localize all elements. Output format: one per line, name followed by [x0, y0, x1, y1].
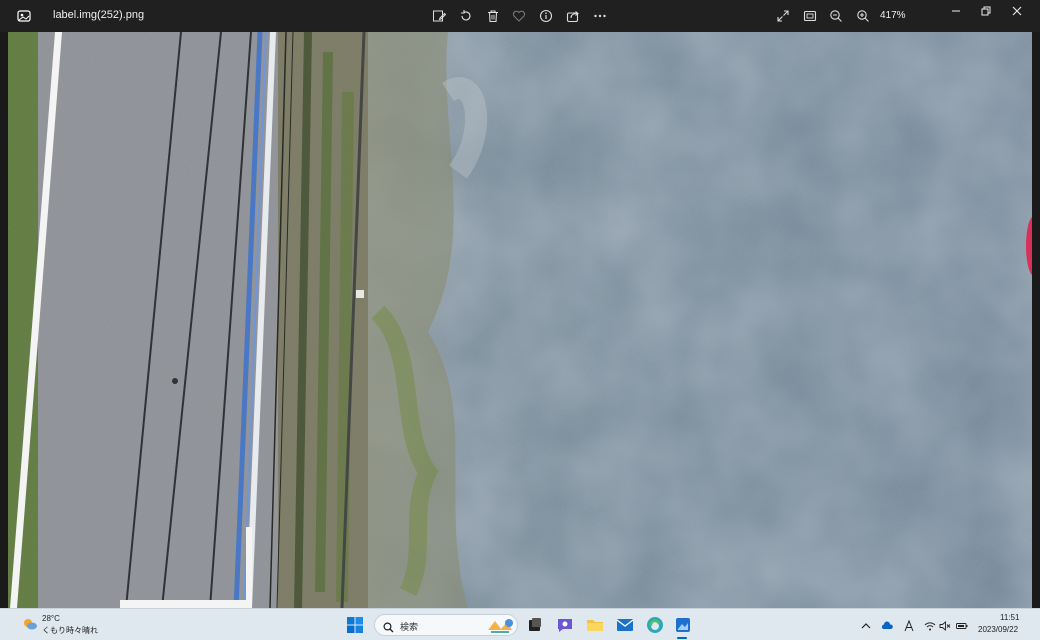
taskbar: 28°C くもり時々晴れ 検索 11:51 2023/09/22 — [0, 608, 1040, 640]
minimize-button[interactable] — [941, 0, 971, 22]
clock-time[interactable]: 11:51 — [1000, 613, 1019, 622]
search-placeholder: 検索 — [400, 622, 419, 632]
viewer-margin-right — [1032, 32, 1040, 608]
weather-description[interactable]: くもり時々晴れ — [42, 625, 98, 636]
info-icon[interactable] — [536, 6, 556, 26]
active-app-indicator — [677, 637, 687, 639]
clock-date[interactable]: 2023/09/22 — [978, 625, 1018, 634]
share-icon[interactable] — [563, 6, 583, 26]
file-name: label.img(252).png — [53, 9, 145, 21]
search-highlight-icon — [485, 617, 515, 634]
start-button[interactable] — [346, 616, 364, 634]
speaker-muted-icon[interactable] — [939, 619, 951, 631]
edge-icon[interactable] — [645, 615, 665, 635]
fullscreen-icon[interactable] — [773, 6, 793, 26]
chevron-up-icon[interactable] — [860, 619, 872, 631]
rotate-icon[interactable] — [456, 6, 476, 26]
battery-icon[interactable] — [956, 619, 968, 631]
restore-button[interactable] — [971, 0, 1001, 22]
mail-icon[interactable] — [615, 615, 635, 635]
viewer-margin-left — [0, 32, 8, 608]
edit-image-icon[interactable] — [429, 6, 449, 26]
wifi-icon[interactable] — [924, 619, 936, 631]
title-bar: label.img(252).png 417% — [0, 0, 1040, 32]
zoom-level[interactable]: 417% — [880, 10, 906, 21]
onedrive-icon[interactable] — [881, 619, 893, 631]
task-view-icon[interactable] — [525, 615, 545, 635]
chat-icon[interactable] — [555, 615, 575, 635]
search-icon — [383, 620, 394, 633]
photos-icon[interactable] — [673, 615, 693, 635]
more-icon[interactable] — [590, 6, 610, 26]
zoom-out-icon[interactable] — [826, 6, 846, 26]
weather-icon[interactable] — [22, 616, 38, 632]
ime-mode-icon[interactable] — [903, 619, 915, 632]
zoom-in-icon[interactable] — [853, 6, 873, 26]
file-explorer-icon[interactable] — [585, 615, 605, 635]
photo-canvas[interactable] — [8, 32, 1032, 608]
search-box[interactable]: 検索 — [374, 614, 518, 636]
weather-temperature[interactable]: 28°C — [42, 614, 60, 623]
aerial-photo — [8, 32, 1032, 608]
photos-app-icon — [16, 8, 32, 24]
close-button[interactable] — [1002, 0, 1032, 22]
favorite-icon[interactable] — [509, 6, 529, 26]
fit-window-icon[interactable] — [800, 6, 820, 26]
delete-icon[interactable] — [483, 6, 503, 26]
